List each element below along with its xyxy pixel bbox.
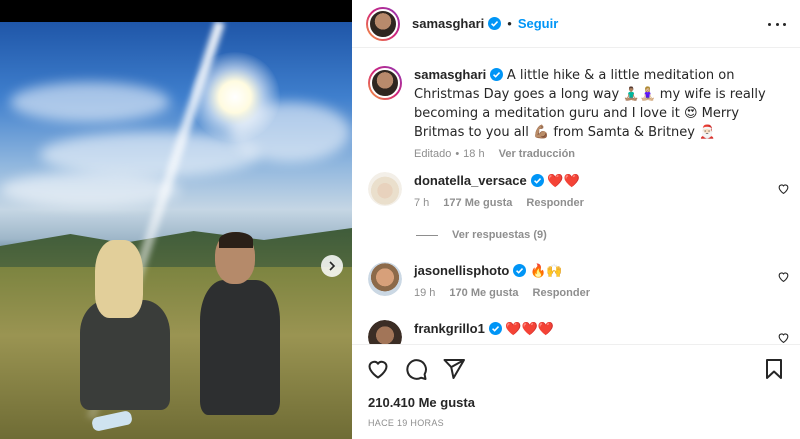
comment-row: frankgrillo1 ❤️❤️❤️ xyxy=(368,320,774,344)
likes-count[interactable]: 210.410 Me gusta xyxy=(368,395,475,410)
more-options-icon[interactable] xyxy=(768,16,786,32)
comment-meta: 7 h 177 Me gusta Responder xyxy=(414,197,774,209)
comment-time: 19 h xyxy=(414,287,436,299)
man-figure xyxy=(185,232,285,417)
chevron-right-icon xyxy=(329,261,336,271)
action-icons xyxy=(366,357,466,381)
comment-icon[interactable] xyxy=(404,357,428,381)
verified-badge-icon xyxy=(513,264,527,277)
caption-avatar[interactable] xyxy=(368,66,402,100)
commenter-avatar[interactable] xyxy=(368,320,402,344)
follow-button[interactable]: Seguir xyxy=(518,16,558,31)
woman-figure xyxy=(80,240,175,410)
top-black-bar xyxy=(0,0,352,22)
next-image-button[interactable] xyxy=(321,255,343,277)
cloud xyxy=(10,82,170,122)
like-comment-heart-icon[interactable] xyxy=(777,270,790,283)
comment-username[interactable]: frankgrillo1 xyxy=(414,321,485,336)
cloud xyxy=(0,172,180,207)
comment-text-block: donatella_versace ❤️❤️ xyxy=(414,172,774,191)
comment-meta: 19 h 170 Me gusta Responder xyxy=(414,287,774,299)
see-translation-link[interactable]: Ver traducción xyxy=(499,148,575,160)
author-avatar[interactable] xyxy=(366,6,400,41)
reply-button[interactable]: Responder xyxy=(533,287,590,299)
caption-meta: Editado • 18 h Ver traducción xyxy=(414,148,774,160)
comment-text: ❤️❤️ xyxy=(547,174,580,189)
comment-text-block: jasonellisphoto 🔥🙌 xyxy=(414,262,774,281)
comment-likes[interactable]: 177 Me gusta xyxy=(443,197,512,209)
comment-time: 7 h xyxy=(414,197,430,209)
comment-row: donatella_versace ❤️❤️ 7 h 177 Me gusta Re… xyxy=(368,172,774,209)
verified-badge-icon xyxy=(488,17,502,30)
comment-username[interactable]: jasonellisphoto xyxy=(414,263,509,278)
comments-list[interactable]: samasghari A little hike & a little medi… xyxy=(352,48,800,344)
comment-row: jasonellisphoto 🔥🙌 19 h 170 Me gusta Respo… xyxy=(368,262,774,299)
verified-badge-icon xyxy=(488,322,502,335)
separator-dot: • xyxy=(455,148,460,160)
like-comment-heart-icon[interactable] xyxy=(777,331,790,344)
comment-text: ❤️❤️❤️ xyxy=(505,322,554,337)
like-comment-heart-icon[interactable] xyxy=(777,182,790,195)
post-actions-bar: 210.410 Me gusta HACE 19 HORAS xyxy=(352,344,800,439)
comment-username[interactable]: donatella_versace xyxy=(414,173,527,188)
commenter-avatar[interactable] xyxy=(368,262,402,296)
separator-dot: • xyxy=(507,16,512,31)
reply-button[interactable]: Responder xyxy=(526,197,583,209)
verified-badge-icon xyxy=(490,68,504,81)
comment-text-block: frankgrillo1 ❤️❤️❤️ xyxy=(414,320,774,339)
post-details-panel: samasghari • Seguir samasghari A little … xyxy=(352,0,800,439)
post-photo[interactable] xyxy=(0,22,352,439)
comment-text: 🔥🙌 xyxy=(529,264,563,279)
instagram-post-view: samasghari • Seguir samasghari A little … xyxy=(0,0,800,439)
commenter-avatar[interactable] xyxy=(368,172,402,206)
author-username[interactable]: samasghari xyxy=(412,16,484,31)
view-replies-button[interactable]: Ver respuestas (9) xyxy=(416,229,547,241)
post-header: samasghari • Seguir xyxy=(352,0,800,48)
caption-row: samasghari A little hike & a little medi… xyxy=(368,66,774,160)
share-icon[interactable] xyxy=(442,357,466,381)
verified-badge-icon xyxy=(530,174,544,187)
heart-icon[interactable] xyxy=(366,357,390,381)
posted-time: HACE 19 HORAS xyxy=(368,418,444,428)
caption-time: 18 h xyxy=(463,148,485,160)
bookmark-icon[interactable] xyxy=(762,357,786,381)
caption-text-block: samasghari A little hike & a little medi… xyxy=(414,66,774,142)
ground xyxy=(0,267,352,439)
view-replies-label: Ver respuestas (9) xyxy=(452,229,547,241)
comment-likes[interactable]: 170 Me gusta xyxy=(449,287,518,299)
caption-username[interactable]: samasghari xyxy=(414,67,486,82)
replies-divider xyxy=(416,234,438,236)
edited-label: Editado xyxy=(414,148,452,160)
